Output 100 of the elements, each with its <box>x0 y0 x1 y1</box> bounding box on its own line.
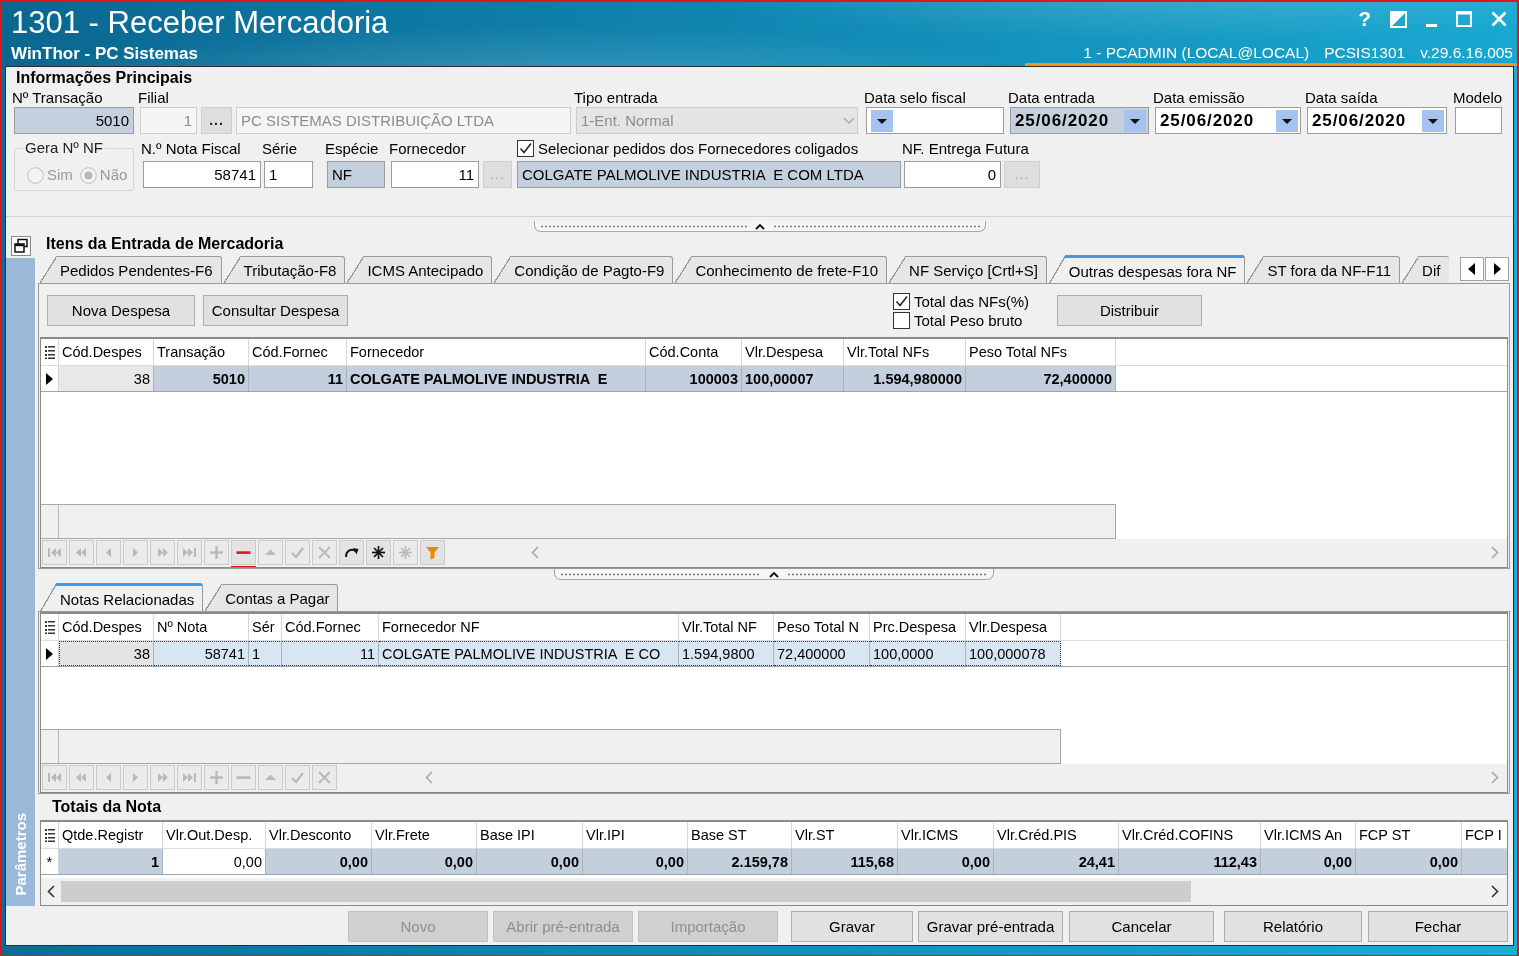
caret-up-icon[interactable] <box>754 222 765 230</box>
field-label: Espécie <box>325 139 379 158</box>
column-header[interactable]: Vlr.Total NFs <box>844 339 966 365</box>
column-header[interactable]: Vlr.Out.Desp. <box>163 822 266 848</box>
distribute-button[interactable]: Distribuir <box>1057 295 1202 326</box>
footer-button[interactable]: Cancelar <box>1069 911 1214 942</box>
column-header[interactable]: Cód.Conta <box>646 339 742 365</box>
field-label: Data entrada <box>1008 88 1095 107</box>
action-button[interactable]: Consultar Despesa <box>203 295 348 326</box>
table-cell: 1.594,980000 <box>844 366 966 391</box>
column-header[interactable]: Vlr.Total NF <box>679 614 774 640</box>
chevron-left-icon[interactable] <box>47 885 55 898</box>
column-header[interactable]: Vlr.Créd.COFINS <box>1119 822 1261 848</box>
date-field[interactable]: 25/06/2020 <box>1307 107 1447 134</box>
column-header[interactable]: Vlr.Créd.PIS <box>994 822 1119 848</box>
column-header[interactable]: FCP ST <box>1356 822 1462 848</box>
field-label: Modelo <box>1453 88 1503 107</box>
list-icon[interactable] <box>44 828 55 842</box>
restore-icon[interactable] <box>10 235 31 256</box>
table-cell: 0,00 <box>898 849 994 874</box>
column-header[interactable]: Cód.Fornec <box>249 339 347 365</box>
tab[interactable]: Notas Relacionadas <box>40 583 204 611</box>
checkbox[interactable] <box>893 292 910 310</box>
close-icon[interactable] <box>1491 11 1507 27</box>
column-header[interactable]: Fornecedor <box>347 339 646 365</box>
column-header[interactable]: Vlr.Desconto <box>266 822 372 848</box>
column-header[interactable]: Fornecedor NF <box>379 614 679 640</box>
date-field[interactable]: 25/06/2020 <box>1010 107 1149 134</box>
column-header[interactable]: Qtde.Registr <box>59 822 163 848</box>
column-header[interactable]: Sér <box>249 614 282 640</box>
column-header[interactable]: Vlr.Despesa <box>966 614 1061 640</box>
column-header[interactable]: Transação <box>154 339 249 365</box>
field-label: Data emissão <box>1153 88 1245 107</box>
table-cell: 11 <box>282 641 379 666</box>
column-header[interactable]: Base ST <box>688 822 792 848</box>
footer-button[interactable]: Gravar <box>791 911 913 942</box>
scrollbar-thumb[interactable] <box>61 881 1191 902</box>
footer-button[interactable]: Fechar <box>1368 911 1508 942</box>
tab[interactable]: ST fora da NF-F11 <box>1247 256 1401 283</box>
table-cell: 5010 <box>154 366 249 391</box>
splitter-handle[interactable] <box>533 221 986 232</box>
action-button[interactable]: Nova Despesa <box>47 295 195 326</box>
table-cell: 38 <box>59 366 154 391</box>
checkbox[interactable] <box>893 311 910 329</box>
column-header[interactable]: Cód.Despes <box>59 614 154 640</box>
tab[interactable]: Contas a Pagar <box>205 584 339 611</box>
horizontal-scrollbar[interactable] <box>41 878 1507 905</box>
column-header[interactable]: Vlr.ICMS <box>898 822 994 848</box>
footer-button[interactable]: Gravar pré-entrada <box>918 911 1063 942</box>
column-header[interactable]: Vlr.Frete <box>372 822 477 848</box>
input-field[interactable] <box>1455 107 1502 134</box>
field-label: Filial <box>138 88 169 107</box>
tab[interactable]: Pedidos Pendentes-F6 <box>40 256 222 283</box>
column-header[interactable]: Cód.Fornec <box>282 614 379 640</box>
input-field[interactable]: 58741 <box>143 161 261 188</box>
column-header[interactable]: Vlr.ST <box>792 822 898 848</box>
tab[interactable]: Tributação-F8 <box>223 256 346 283</box>
asterisk-icon[interactable] <box>366 540 391 565</box>
input-field[interactable]: COLGATE PALMOLIVE INDUSTRIA E COM LTDA <box>517 161 901 188</box>
table-cell: 100,00007 <box>742 366 844 391</box>
column-header[interactable]: Peso Total N <box>774 614 870 640</box>
input-field[interactable]: 11 <box>391 161 479 188</box>
funnel-icon[interactable] <box>420 540 445 565</box>
date-field[interactable] <box>866 107 1004 134</box>
column-header[interactable]: Prc.Despesa <box>870 614 966 640</box>
input-field[interactable]: NF <box>327 161 385 188</box>
input-field[interactable]: 1 <box>264 161 313 188</box>
caret-up-icon[interactable] <box>769 570 779 578</box>
splitter-handle[interactable] <box>554 569 994 580</box>
column-header[interactable]: Base IPI <box>477 822 583 848</box>
triangle-right-icon[interactable] <box>1485 256 1509 281</box>
column-header[interactable]: Peso Total NFs <box>966 339 1116 365</box>
tab[interactable]: Condição de Pagto-F9 <box>494 256 674 283</box>
chevron-right-icon[interactable] <box>1491 885 1499 898</box>
list-icon[interactable] <box>44 620 55 634</box>
section-title: Totais da Nota <box>52 797 162 817</box>
section-title: Itens da Entrada de Mercadoria <box>46 233 284 254</box>
input-field[interactable]: 5010 <box>14 107 134 134</box>
column-header[interactable]: Nº Nota <box>154 614 249 640</box>
field-label: N.º Nota Fiscal <box>141 139 241 158</box>
tab[interactable]: NF Serviço [Crtl+S] <box>889 256 1047 283</box>
column-header[interactable]: Cód.Despes <box>59 339 154 365</box>
date-field[interactable]: 25/06/2020 <box>1155 107 1301 134</box>
half-filled-square-icon[interactable] <box>1390 10 1407 28</box>
minus-icon[interactable] <box>231 540 256 567</box>
maximize-icon[interactable] <box>1456 11 1472 27</box>
triangle-left-icon[interactable] <box>1460 256 1484 281</box>
column-header[interactable]: Vlr.Despesa <box>742 339 844 365</box>
footer-button[interactable]: Relatório <box>1224 911 1362 942</box>
tab[interactable]: Conhecimento de frete-F10 <box>675 256 888 283</box>
checkbox[interactable] <box>517 140 534 157</box>
list-icon[interactable] <box>44 345 55 359</box>
input-field[interactable]: 0 <box>904 161 1001 188</box>
column-header[interactable]: Vlr.ICMS An <box>1261 822 1356 848</box>
tab[interactable]: ICMS Antecipado <box>347 256 493 283</box>
column-header[interactable]: FCP I <box>1462 822 1507 848</box>
tab[interactable]: Dif <box>1402 256 1450 283</box>
column-header[interactable]: Vlr.IPI <box>583 822 688 848</box>
group-label: Gera Nº NF <box>24 139 104 157</box>
tab[interactable]: Outras despesas fora NF <box>1048 255 1246 283</box>
